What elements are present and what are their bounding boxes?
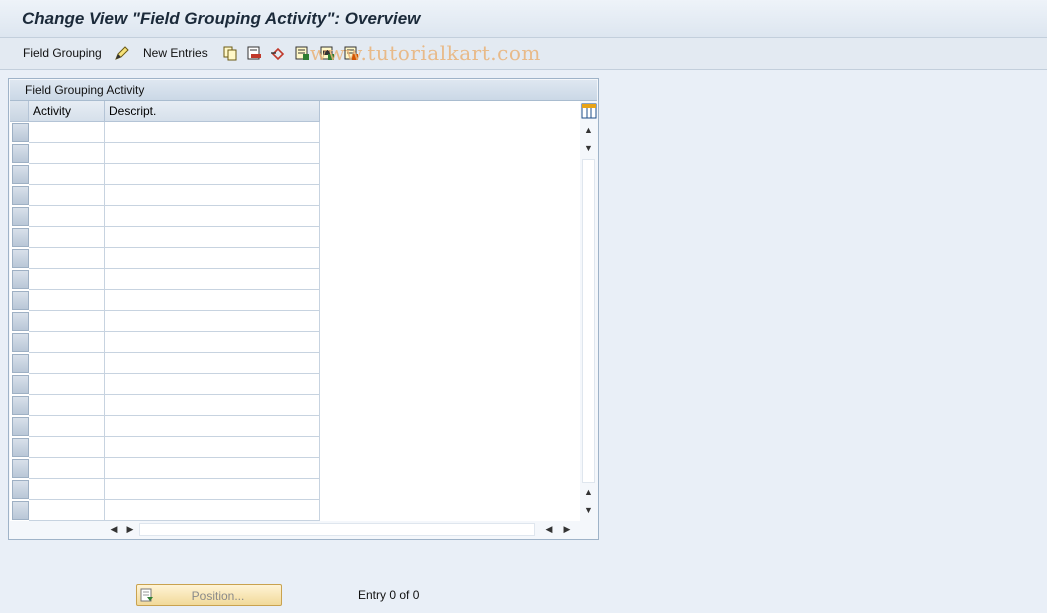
page-title: Change View "Field Grouping Activity": O… <box>22 9 421 28</box>
cell-activity[interactable] <box>29 185 105 206</box>
scroll-left-icon[interactable]: ◀ <box>107 522 121 537</box>
cell-description[interactable] <box>105 353 320 374</box>
panel-title: Field Grouping Activity <box>25 83 145 97</box>
delete-icon[interactable] <box>246 45 262 61</box>
cell-activity[interactable] <box>29 227 105 248</box>
vertical-scroll-track[interactable] <box>582 159 595 483</box>
row-selector[interactable] <box>12 417 29 436</box>
cell-description[interactable] <box>105 395 320 416</box>
scroll-left-end-icon[interactable]: ◀ <box>542 522 556 537</box>
cell-activity[interactable] <box>29 416 105 437</box>
column-header-activity[interactable]: Activity <box>29 101 105 122</box>
title-bar: Change View "Field Grouping Activity": O… <box>0 0 1047 38</box>
row-selector[interactable] <box>12 123 29 142</box>
edit-pencil-icon[interactable] <box>114 45 130 61</box>
row-selector[interactable] <box>12 165 29 184</box>
cell-description[interactable] <box>105 206 320 227</box>
cell-activity[interactable] <box>29 395 105 416</box>
row-selector[interactable] <box>12 186 29 205</box>
cell-activity[interactable] <box>29 479 105 500</box>
row-selector[interactable] <box>12 291 29 310</box>
panel-header: Field Grouping Activity <box>10 80 597 101</box>
cell-description[interactable] <box>105 416 320 437</box>
row-selector[interactable] <box>12 354 29 373</box>
row-selector[interactable] <box>12 480 29 499</box>
cell-description[interactable] <box>105 332 320 353</box>
row-selector[interactable] <box>12 333 29 352</box>
undo-icon[interactable] <box>270 45 286 61</box>
entry-count: Entry 0 of 0 <box>358 588 420 602</box>
cell-activity[interactable] <box>29 500 105 521</box>
column-header-description[interactable]: Descript. <box>105 101 320 122</box>
cell-activity[interactable] <box>29 164 105 185</box>
position-button[interactable]: Position... <box>136 584 282 606</box>
new-entries-button[interactable]: New Entries <box>143 46 208 60</box>
cell-description[interactable] <box>105 143 320 164</box>
cell-activity[interactable] <box>29 458 105 479</box>
select-all-icon[interactable] <box>294 45 310 61</box>
scroll-down-top-icon[interactable]: ▼ <box>580 141 597 155</box>
toolbar: Field Grouping New Entries www.tutorialk… <box>0 38 1047 70</box>
cell-description[interactable] <box>105 248 320 269</box>
cell-description[interactable] <box>105 185 320 206</box>
scroll-down-bottom-icon[interactable]: ▼ <box>580 503 597 517</box>
cell-description[interactable] <box>105 458 320 479</box>
cell-activity[interactable] <box>29 122 105 143</box>
field-grouping-button[interactable]: Field Grouping <box>23 46 102 60</box>
scroll-right-icon[interactable]: ▶ <box>123 522 137 537</box>
row-selector[interactable] <box>12 207 29 226</box>
field-grouping-activity-panel: Field Grouping Activity Activity Descrip… <box>8 78 599 540</box>
row-selector[interactable] <box>12 501 29 520</box>
cell-description[interactable] <box>105 164 320 185</box>
row-selector[interactable] <box>12 228 29 247</box>
cell-activity[interactable] <box>29 248 105 269</box>
cell-activity[interactable] <box>29 437 105 458</box>
cell-description[interactable] <box>105 122 320 143</box>
row-selector[interactable] <box>12 249 29 268</box>
scroll-up-bottom-icon[interactable]: ▲ <box>580 485 597 499</box>
row-selector[interactable] <box>12 459 29 478</box>
entries-table: Activity Descript. <box>10 101 580 521</box>
row-selector[interactable] <box>12 144 29 163</box>
cell-description[interactable] <box>105 500 320 521</box>
cell-activity[interactable] <box>29 143 105 164</box>
cell-activity[interactable] <box>29 206 105 227</box>
copy-icon[interactable] <box>222 45 238 61</box>
row-selector[interactable] <box>12 396 29 415</box>
row-selector[interactable] <box>12 438 29 457</box>
cell-description[interactable] <box>105 290 320 311</box>
cell-description[interactable] <box>105 437 320 458</box>
horizontal-scroll-track[interactable] <box>139 523 535 536</box>
cell-activity[interactable] <box>29 374 105 395</box>
cell-description[interactable] <box>105 479 320 500</box>
cell-activity[interactable] <box>29 290 105 311</box>
cell-activity[interactable] <box>29 269 105 290</box>
position-button-label: Position... <box>191 589 245 603</box>
cell-description[interactable] <box>105 311 320 332</box>
cell-description[interactable] <box>105 227 320 248</box>
vertical-scrollbar[interactable]: ▲ ▼ ▲ ▼ <box>580 101 597 521</box>
scroll-right-end-icon[interactable]: ▶ <box>560 522 574 537</box>
watermark-text: www.tutorialkart.com <box>310 41 541 65</box>
scroll-up-top-icon[interactable]: ▲ <box>580 123 597 137</box>
table-settings-icon[interactable] <box>581 103 597 119</box>
cell-activity[interactable] <box>29 311 105 332</box>
cell-activity[interactable] <box>29 332 105 353</box>
row-selector[interactable] <box>12 312 29 331</box>
row-selector[interactable] <box>12 375 29 394</box>
row-selector[interactable] <box>12 270 29 289</box>
select-all-rows-header[interactable] <box>10 101 29 122</box>
cell-description[interactable] <box>105 374 320 395</box>
cell-description[interactable] <box>105 269 320 290</box>
horizontal-scrollbar[interactable]: ◀ ▶ ◀ ▶ <box>104 521 584 538</box>
cell-activity[interactable] <box>29 353 105 374</box>
